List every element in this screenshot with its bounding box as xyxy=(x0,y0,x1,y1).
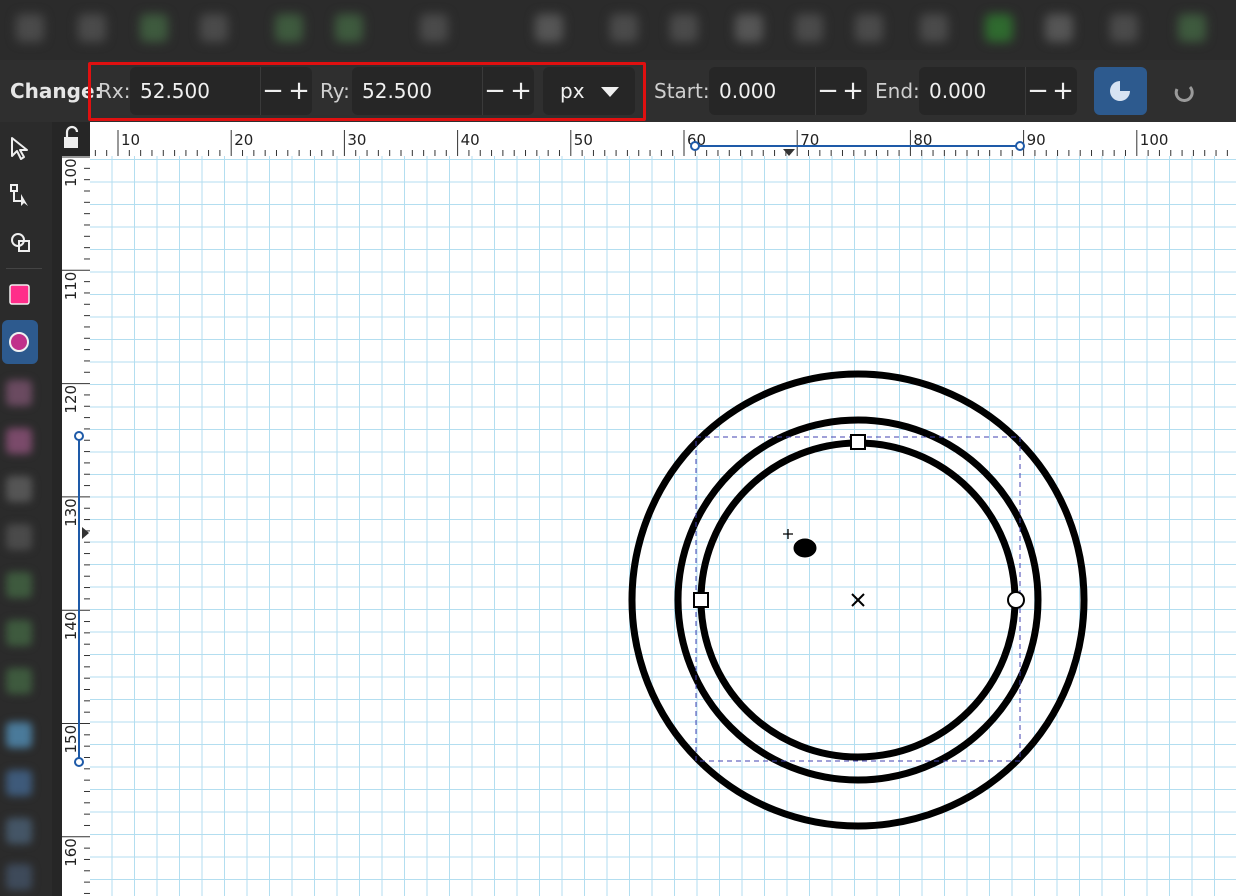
canvas-overlay: 10 20 30 40 50 60 70 80 90 100 100110120130140150… xyxy=(62,130,1228,894)
center-mark-icon xyxy=(851,593,865,607)
mouse-position-marker xyxy=(82,527,89,539)
arc-start-end-handle[interactable] xyxy=(1007,591,1025,609)
selection-start-marker xyxy=(690,141,700,151)
ruler-label: 30 xyxy=(347,131,366,149)
selection-start-marker xyxy=(74,431,84,441)
selection-end-marker xyxy=(1015,141,1025,151)
rx-resize-handle[interactable] xyxy=(693,592,709,608)
ruler-label: 130 xyxy=(62,498,80,527)
horizontal-ruler-ticks: 10 20 30 40 50 60 70 80 90 100 xyxy=(94,130,1228,156)
ruler-label: 100 xyxy=(62,158,80,187)
ruler-label: 90 xyxy=(1027,131,1046,149)
ruler-label: 50 xyxy=(574,131,593,149)
ruler-label: 10 xyxy=(121,131,140,149)
ruler-label: 100 xyxy=(1140,131,1169,149)
ellipse-cursor-icon xyxy=(792,537,818,559)
ruler-label: 140 xyxy=(62,612,80,641)
selection-end-marker xyxy=(74,757,84,767)
ruler-label: 110 xyxy=(62,272,80,301)
ruler-label: 40 xyxy=(461,131,480,149)
vertical-ruler-ticks: 100 110 120 130 140 150 160 xyxy=(62,156,90,894)
ruler-label: 150 xyxy=(62,725,80,754)
mouse-position-marker xyxy=(783,149,795,156)
crosshair-cursor-icon xyxy=(783,529,793,539)
ruler-label: 160 xyxy=(62,838,80,867)
ry-resize-handle[interactable] xyxy=(850,434,866,450)
ruler-label: 120 xyxy=(62,385,80,414)
ruler-label: 20 xyxy=(234,131,253,149)
